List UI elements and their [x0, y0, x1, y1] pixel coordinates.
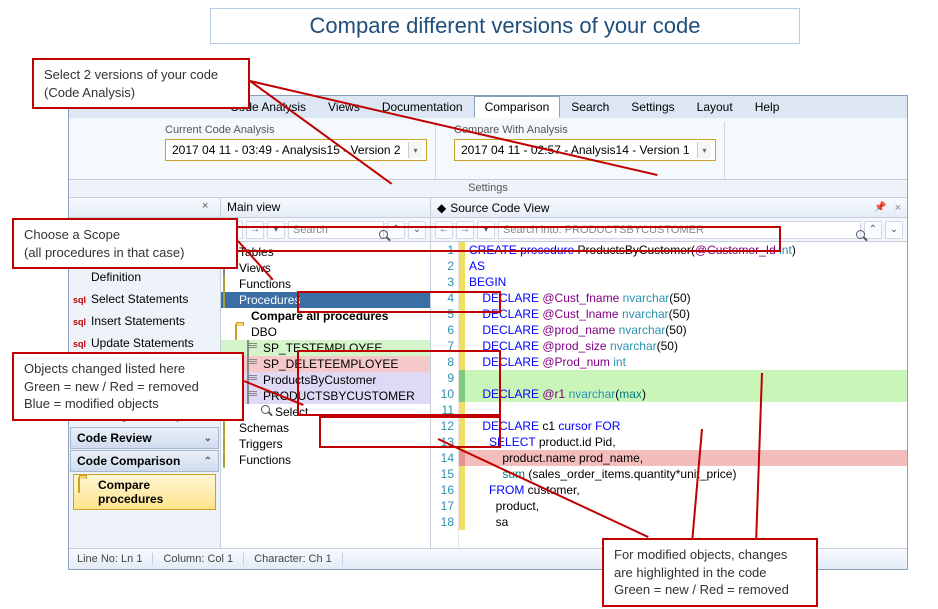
ribbon: Current Code Analysis 2017 04 11 - 03:49… — [69, 118, 907, 180]
db-icon — [223, 293, 235, 305]
status-line: Line No: Ln 1 — [77, 553, 153, 565]
tree-item-productsbycustomer[interactable]: PRODUCTSBYCUSTOMER — [221, 388, 430, 404]
tree-item-compare-all-procedures[interactable]: Compare all procedures — [221, 308, 430, 324]
code-lines: CREATE procedure ProductsByCustomer(@Cus… — [465, 242, 907, 548]
code-view-header: ◆ Source Code View 📌 × — [431, 198, 907, 218]
app-window: Code AnalysisViewsDocumentationCompariso… — [68, 95, 908, 570]
tree-item-triggers[interactable]: Triggers — [221, 436, 430, 452]
forward-button[interactable]: → — [456, 221, 474, 239]
expand-button[interactable]: ⌃ — [864, 221, 882, 239]
code-search-input[interactable]: Search into: PRODUCTSBYCUSTOMER — [498, 221, 861, 239]
sp-icon — [247, 389, 259, 401]
current-analysis-value: 2017 04 11 - 03:49 - Analysis15 - Versio… — [172, 143, 401, 157]
main-toolbar: ← → ▾ Search ⌃ ⌄ — [221, 218, 430, 242]
tree-item-sp_deleteemployee[interactable]: SP_DELETEEMPLOYEE — [221, 356, 430, 372]
tree-item-functions[interactable]: Functions — [221, 452, 430, 468]
tree-item-functions[interactable]: Functions — [221, 276, 430, 292]
tree-item-views[interactable]: Views — [221, 260, 430, 276]
compare-icon — [78, 478, 94, 492]
sp-icon — [247, 357, 259, 369]
sidebar-item-definition[interactable]: Definition — [69, 266, 220, 288]
diamond-icon — [73, 270, 87, 284]
sidebar-item-insert-statements[interactable]: sqlInsert Statements — [69, 310, 220, 332]
collapse-button[interactable]: ⌄ — [885, 221, 903, 239]
chevron-up-icon: ⌃ — [204, 456, 212, 467]
chevron-down-icon[interactable]: ▾ — [408, 142, 422, 158]
object-tree[interactable]: TablesViewsFunctionsProceduresCompare al… — [221, 242, 430, 548]
db-icon — [223, 453, 235, 465]
code-view-title: Source Code View — [450, 201, 549, 215]
menu-layout[interactable]: Layout — [686, 96, 744, 118]
accordion-code-review[interactable]: Code Review⌄ — [70, 427, 219, 449]
callout-objects-changed: Objects changed listed here Green = new … — [12, 352, 244, 421]
dropdown-button[interactable]: ▾ — [267, 221, 285, 239]
source-code-panel: ◆ Source Code View 📌 × ← → ▾ Search into… — [431, 198, 907, 548]
sql-icon: sql — [73, 292, 87, 306]
sidebar-item-select-statements[interactable]: sqlSelect Statements — [69, 288, 220, 310]
chevron-down-icon: ⌄ — [204, 433, 212, 444]
callout-choose-scope: Choose a Scope (all procedures in that c… — [12, 218, 238, 269]
sidebar-compare-procedures[interactable]: Compare procedures — [73, 474, 216, 510]
current-analysis-dropdown[interactable]: 2017 04 11 - 03:49 - Analysis15 - Versio… — [165, 139, 427, 161]
callout-modified-highlight: For modified objects, changes are highli… — [602, 538, 818, 607]
current-analysis-label: Current Code Analysis — [165, 124, 427, 136]
sidebar-header: × — [69, 198, 220, 218]
mag-icon — [261, 405, 273, 417]
pin-icon[interactable]: 📌 — [874, 202, 886, 213]
tree-item-procedures[interactable]: Procedures — [221, 292, 430, 308]
status-char: Character: Ch 1 — [254, 553, 343, 565]
menu-comparison[interactable]: Comparison — [474, 96, 561, 118]
accordion-code-comparison[interactable]: Code Comparison⌃ — [70, 450, 219, 472]
chevron-down-icon[interactable]: ▾ — [697, 142, 711, 158]
callout-select-versions: Select 2 versions of your code (Code Ana… — [32, 58, 250, 109]
tree-item-schemas[interactable]: Schemas — [221, 420, 430, 436]
forward-button[interactable]: → — [246, 221, 264, 239]
menu-help[interactable]: Help — [744, 96, 791, 118]
db-icon — [223, 437, 235, 449]
code-icon: ◆ — [437, 201, 446, 215]
close-icon[interactable]: × — [895, 202, 901, 214]
close-icon[interactable]: × — [202, 200, 216, 214]
sidebar-item-update-statements[interactable]: sqlUpdate Statements — [69, 332, 220, 354]
main-view-panel: Main view ← → ▾ Search ⌃ ⌄ TablesViewsFu… — [221, 198, 431, 548]
db-icon — [223, 277, 235, 289]
expand-button[interactable]: ⌃ — [387, 221, 405, 239]
tree-item-select[interactable]: Select — [221, 404, 430, 420]
menu-settings[interactable]: Settings — [620, 96, 685, 118]
sql-icon: sql — [73, 336, 87, 350]
sp-icon — [247, 341, 259, 353]
menu-documentation[interactable]: Documentation — [371, 96, 474, 118]
main-search-input[interactable]: Search — [288, 221, 384, 239]
page-title: Compare different versions of your code — [210, 8, 800, 44]
ribbon-settings-label: Settings — [69, 180, 907, 198]
collapse-button[interactable]: ⌄ — [408, 221, 426, 239]
status-col: Column: Col 1 — [163, 553, 244, 565]
compare-analysis-label: Compare With Analysis — [454, 124, 716, 136]
code-toolbar: ← → ▾ Search into: PRODUCTSBYCUSTOMER ⌃ … — [431, 218, 907, 242]
back-button[interactable]: ← — [435, 221, 453, 239]
menu-search[interactable]: Search — [560, 96, 620, 118]
db-icon — [223, 421, 235, 433]
dropdown-button[interactable]: ▾ — [477, 221, 495, 239]
code-body[interactable]: 123456789101112131415161718 CREATE proce… — [431, 242, 907, 548]
tree-item-dbo[interactable]: DBO — [221, 324, 430, 340]
ribbon-group-current: Current Code Analysis 2017 04 11 - 03:49… — [159, 122, 436, 179]
main-view-title: Main view — [221, 198, 430, 218]
sql-icon: sql — [73, 314, 87, 328]
folder-icon — [235, 325, 247, 337]
ribbon-group-compare: Compare With Analysis 2017 04 11 - 02:57… — [448, 122, 725, 179]
line-gutter: 123456789101112131415161718 — [431, 242, 459, 548]
tree-item-sp_testemployee[interactable]: SP_TESTEMPLOYEE — [221, 340, 430, 356]
